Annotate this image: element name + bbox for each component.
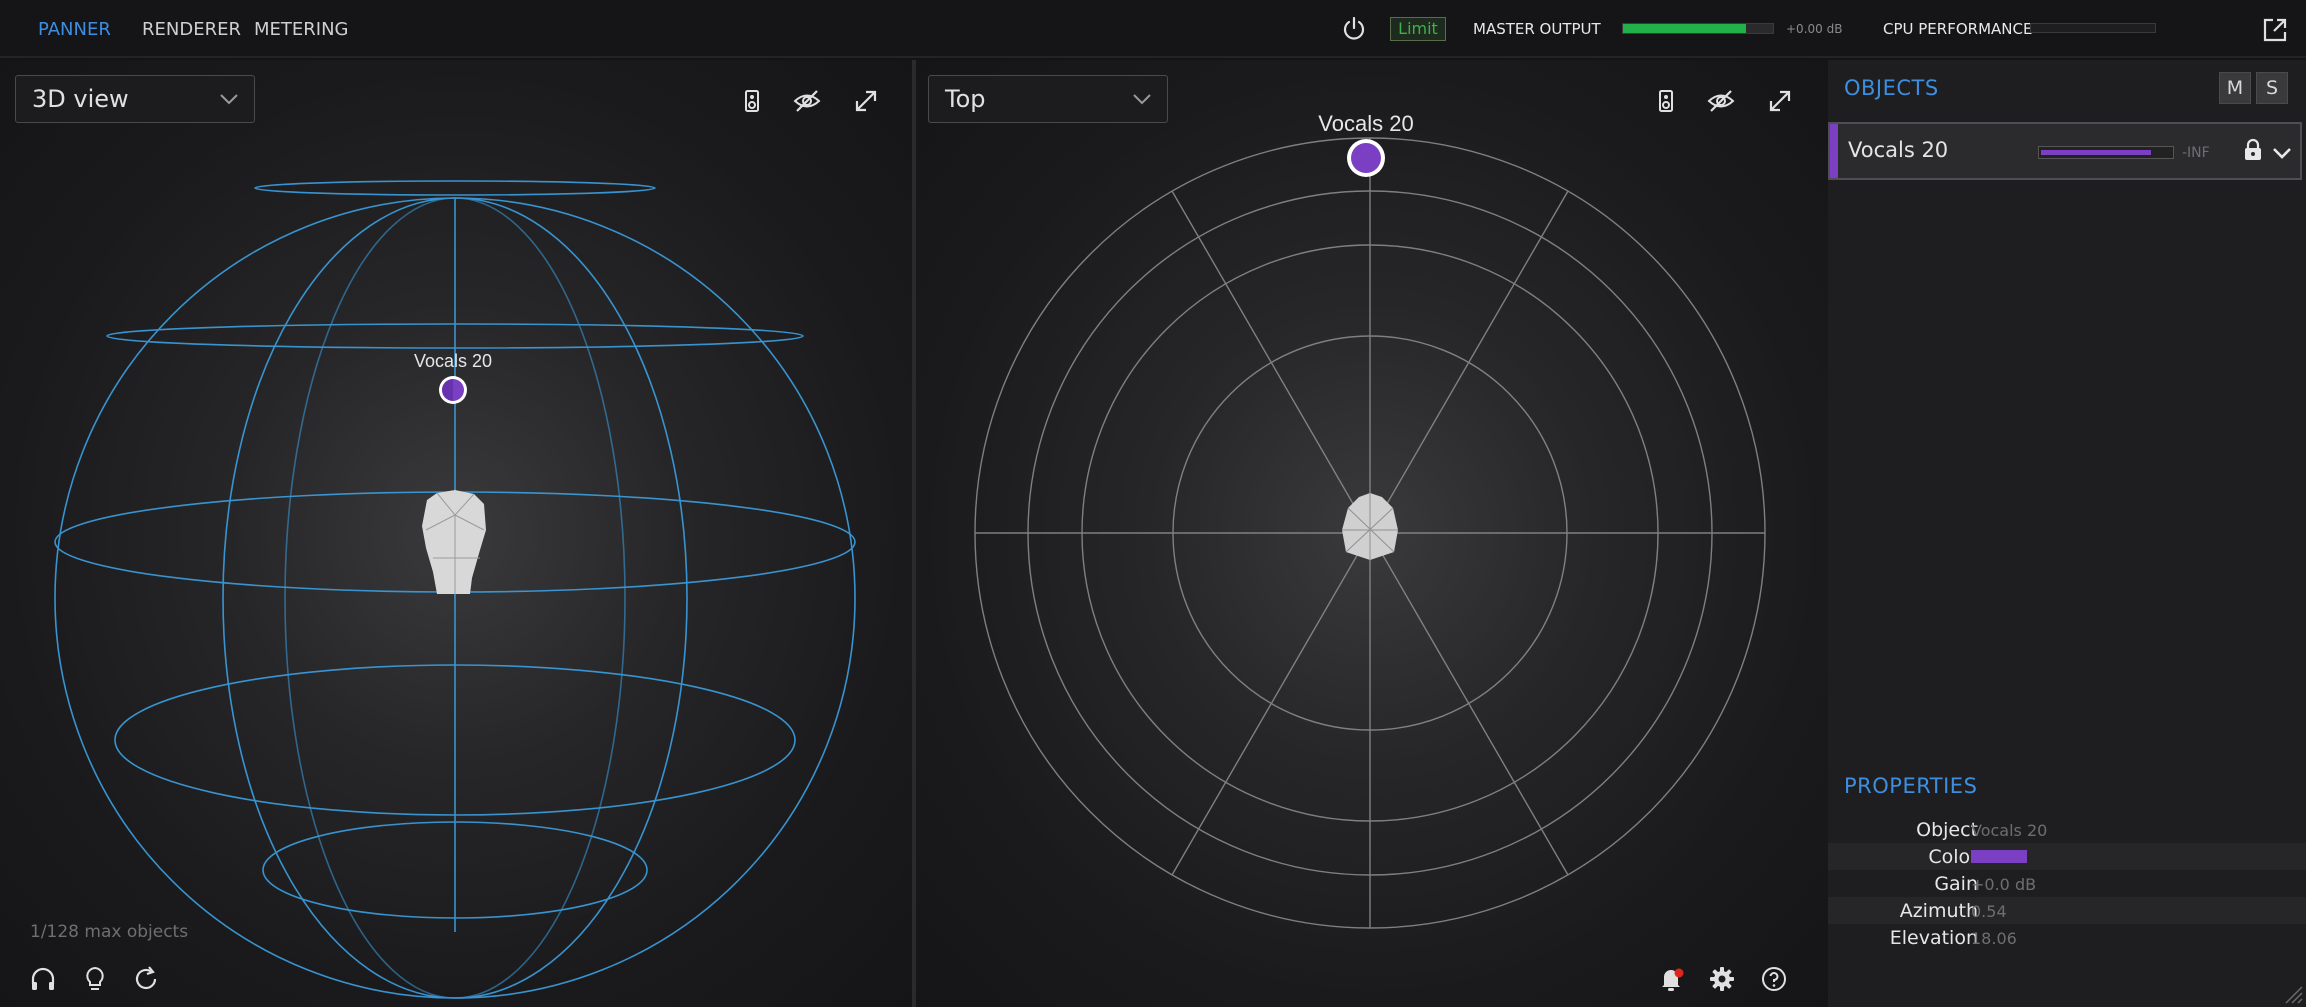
panner-3d-view[interactable]: 3D view Vocals 20 1/128 max objects bbox=[0, 60, 912, 1007]
tab-renderer[interactable]: RENDERER bbox=[142, 19, 241, 40]
solo-all-button[interactable]: S bbox=[2256, 72, 2288, 104]
master-output-meter-fill bbox=[1623, 24, 1746, 33]
listener-head bbox=[422, 490, 486, 594]
object-list-item[interactable]: Vocals 20 -INF bbox=[1828, 122, 2302, 180]
lock-icon[interactable] bbox=[2242, 138, 2264, 162]
tab-panner[interactable]: PANNER bbox=[38, 19, 111, 40]
properties-title: PROPERTIES bbox=[1844, 774, 1978, 798]
object-marker-top[interactable] bbox=[1351, 143, 1381, 173]
property-key: Azimuth bbox=[1899, 900, 1978, 922]
object-name: Vocals 20 bbox=[1848, 138, 1949, 162]
property-value[interactable]: +0.0 dB bbox=[1971, 875, 2036, 894]
mute-all-button[interactable]: M bbox=[2219, 72, 2251, 104]
top-bar: PANNER RENDERER METERING Limit MASTER OU… bbox=[0, 0, 2306, 58]
property-value[interactable]: 0.54 bbox=[1971, 902, 2007, 921]
help-circle-icon[interactable] bbox=[1759, 964, 1789, 994]
master-output-label: MASTER OUTPUT bbox=[1473, 20, 1601, 38]
property-key: Elevation bbox=[1889, 927, 1978, 949]
sidebar: OBJECTS M S Vocals 20 -INF PROPERTIES Ob… bbox=[1828, 60, 2306, 1007]
object-level-db: -INF bbox=[2182, 145, 2210, 161]
property-key: Object bbox=[1916, 819, 1978, 841]
limit-toggle[interactable]: Limit bbox=[1390, 17, 1446, 41]
object-level-meter-fill bbox=[2041, 150, 2151, 155]
resize-grip-icon[interactable] bbox=[2282, 983, 2304, 1005]
object-level-meter bbox=[2038, 146, 2174, 159]
object-color-stripe bbox=[1830, 124, 1838, 178]
gear-icon[interactable] bbox=[1707, 964, 1737, 994]
property-value[interactable]: 18.06 bbox=[1971, 929, 2017, 948]
top-view-grid: Vocals 20 bbox=[974, 111, 1766, 929]
master-output-meter bbox=[1622, 23, 1774, 34]
property-row-elevation: Elevation 18.06 bbox=[1828, 924, 2306, 951]
bell-icon[interactable] bbox=[1656, 964, 1686, 994]
property-row-object: Object Vocals 20 bbox=[1828, 816, 2306, 843]
power-icon[interactable] bbox=[1340, 15, 1368, 43]
object-label-top: Vocals 20 bbox=[1318, 111, 1413, 136]
refresh-icon[interactable] bbox=[131, 964, 161, 994]
object-count: 1/128 max objects bbox=[30, 922, 189, 942]
cpu-performance-meter bbox=[2030, 23, 2156, 33]
headphones-icon[interactable] bbox=[28, 964, 58, 994]
property-row-color: Color bbox=[1828, 843, 2306, 870]
objects-title: OBJECTS bbox=[1844, 76, 1939, 100]
panner-top-view[interactable]: Top Vocals 20 bbox=[916, 60, 1828, 1007]
external-window-icon[interactable] bbox=[2260, 15, 2290, 45]
cpu-performance-label: CPU PERFORMANCE bbox=[1883, 20, 2033, 38]
sphere-wireframe: Vocals 20 bbox=[54, 180, 856, 999]
master-output-db: +0.00 dB bbox=[1786, 22, 1843, 36]
property-color-swatch[interactable] bbox=[1971, 850, 2027, 863]
property-row-gain: Gain +0.0 dB bbox=[1828, 870, 2306, 897]
chevron-down-icon[interactable] bbox=[2271, 142, 2293, 164]
lightbulb-icon[interactable] bbox=[80, 964, 110, 994]
tab-metering[interactable]: METERING bbox=[254, 19, 349, 40]
sphere-latitude-top bbox=[254, 180, 656, 196]
object-label-3d: Vocals 20 bbox=[414, 351, 492, 371]
property-row-azimuth: Azimuth 0.54 bbox=[1828, 897, 2306, 924]
property-value[interactable]: Vocals 20 bbox=[1971, 821, 2047, 840]
listener-head bbox=[1342, 493, 1398, 560]
